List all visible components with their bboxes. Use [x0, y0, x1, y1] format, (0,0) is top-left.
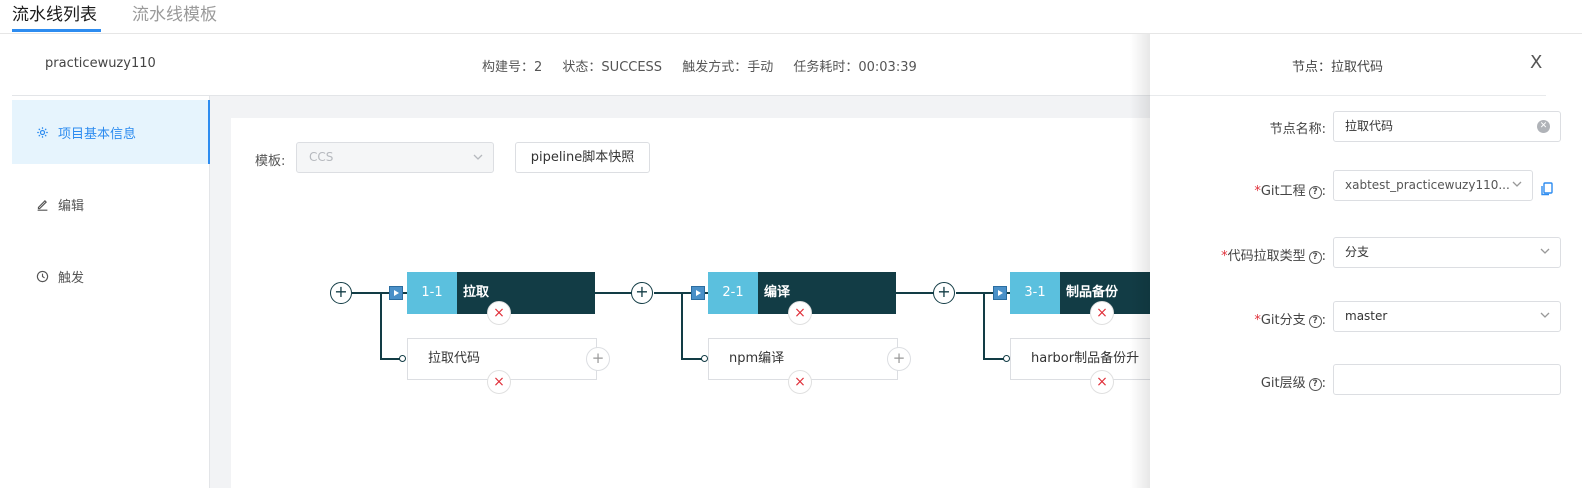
sidebar-item-label: 编辑 — [58, 198, 85, 214]
delete-job-button[interactable]: × — [1090, 370, 1114, 394]
stage-name: 编译 — [758, 272, 896, 314]
help-icon[interactable]: ? — [1308, 251, 1322, 264]
top-tabs: 流水线列表 流水线模板 — [0, 0, 1582, 34]
branch-dot — [701, 355, 708, 362]
chevron-down-icon — [1512, 181, 1522, 187]
edit-icon — [37, 199, 48, 211]
task-duration: 任务耗时：00:03:39 — [793, 60, 917, 75]
clock-icon — [36, 270, 49, 282]
pipeline-card: 模板: CCS pipeline脚本快照 + + + 1-1 拉取 × 拉取代码… — [231, 118, 1198, 488]
drawer-title: 节点：拉取代码 — [1292, 60, 1384, 75]
delete-job-button[interactable]: × — [487, 370, 511, 394]
stage-number: 1-1 — [407, 272, 457, 314]
sidebar-item-basic-info[interactable]: 项目基本信息 — [12, 100, 210, 164]
help-icon[interactable]: ? — [1308, 186, 1322, 199]
close-icon[interactable]: X — [1530, 52, 1542, 73]
play-icon[interactable] — [993, 286, 1007, 300]
branch-line — [681, 293, 683, 359]
branch-line — [380, 293, 382, 359]
chevron-down-icon — [1540, 312, 1550, 318]
stage-number: 3-1 — [1010, 272, 1060, 314]
stage-number: 2-1 — [708, 272, 758, 314]
stage-name: 拉取 — [457, 272, 595, 314]
tab-pipeline-template[interactable]: 流水线模板 — [132, 3, 217, 27]
delete-job-button[interactable]: × — [788, 370, 812, 394]
node-name-input[interactable]: 拉取代码 ✕ — [1333, 111, 1561, 142]
delete-stage-button[interactable]: × — [788, 301, 812, 325]
clear-icon[interactable]: ✕ — [1537, 120, 1550, 133]
add-stage-button[interactable]: + — [933, 282, 955, 304]
git-project-select[interactable]: xabtest_practicewuzy110... — [1333, 170, 1533, 201]
drawer-header: 节点：拉取代码 X — [1150, 34, 1546, 96]
pull-type-select[interactable]: 分支 — [1333, 237, 1561, 268]
add-job-button[interactable]: + — [586, 347, 610, 371]
build-status: 状态：SUCCESS — [562, 60, 663, 75]
trigger-mode: 触发方式：手动 — [682, 60, 774, 75]
sidebar-item-trigger[interactable]: 触发 — [12, 244, 210, 308]
git-branch-select[interactable]: master — [1333, 301, 1561, 332]
play-icon[interactable] — [691, 286, 705, 300]
tab-pipeline-list[interactable]: 流水线列表 — [12, 3, 97, 27]
branch-dot — [399, 355, 406, 362]
project-name: practicewuzy110 — [45, 56, 156, 71]
git-branch-label: *Git分支?: — [1254, 313, 1326, 328]
node-name-value: 拉取代码 — [1345, 119, 1394, 133]
help-icon[interactable]: ? — [1308, 315, 1322, 328]
delete-stage-button[interactable]: × — [487, 301, 511, 325]
add-stage-button[interactable]: + — [330, 282, 352, 304]
play-icon[interactable] — [389, 286, 403, 300]
git-depth-label: Git层级?: — [1260, 376, 1326, 391]
drawer-shadow — [1130, 34, 1152, 488]
build-number: 构建号：2 — [482, 60, 543, 75]
build-meta: 构建号：2 状态：SUCCESS 触发方式：手动 任务耗时：00:03:39 — [482, 56, 933, 75]
sidebar-item-edit[interactable]: 编辑 — [12, 172, 210, 236]
git-branch-value: master — [1345, 309, 1388, 323]
active-tab-indicator — [12, 29, 101, 32]
node-name-label: 节点名称: — [1269, 122, 1326, 137]
git-project-label: *Git工程?: — [1254, 184, 1326, 199]
sidebar: 项目基本信息 编辑 触发 — [12, 96, 210, 488]
add-stage-button[interactable]: + — [631, 282, 653, 304]
add-job-button[interactable]: + — [887, 347, 911, 371]
branch-line — [983, 293, 985, 359]
copy-icon[interactable] — [1541, 182, 1553, 196]
branch-dot — [1003, 355, 1010, 362]
pipeline-graph: + + + 1-1 拉取 × 拉取代码 + × 2-1 编译 × npm编译 +… — [231, 118, 1198, 488]
gear-icon — [37, 126, 48, 138]
sidebar-item-label: 项目基本信息 — [58, 126, 137, 142]
node-drawer: 节点：拉取代码 X 节点名称: 拉取代码 ✕ *Git工程?: xabtest_… — [1150, 34, 1582, 488]
git-project-value: xabtest_practicewuzy110... — [1345, 178, 1510, 192]
chevron-down-icon — [1540, 248, 1550, 254]
delete-stage-button[interactable]: × — [1090, 301, 1114, 325]
pull-type-value: 分支 — [1345, 245, 1370, 259]
git-depth-input[interactable] — [1333, 364, 1561, 395]
sidebar-item-label: 触发 — [58, 270, 85, 286]
pull-type-label: *代码拉取类型?: — [1221, 249, 1326, 264]
help-icon[interactable]: ? — [1308, 378, 1322, 391]
